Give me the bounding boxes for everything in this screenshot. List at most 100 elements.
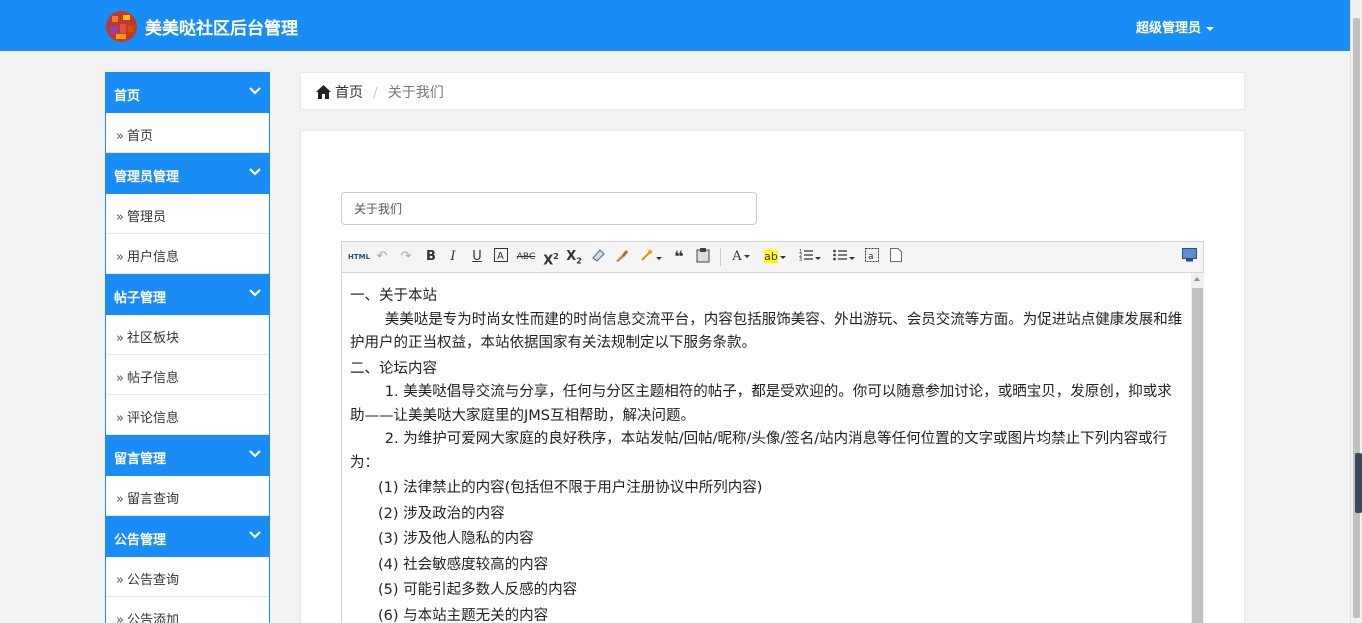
sidebar-menu: 首页» 首页 管理员管理» 管理员» 用户信息 帖子管理» 社区板块» 帖子信息» 评论信息 留言… [105, 72, 270, 623]
editor-paragraph: (4) 社会敏感度较高的内容 [378, 556, 549, 573]
blockquote-icon[interactable]: ❝ [671, 248, 687, 266]
caret-down-icon [656, 257, 662, 260]
editor-paragraph: (1) 法律禁止的内容(包括但不限于用户注册协议中所列内容) [378, 480, 763, 496]
editor-paragraph: 一、关于本站 [350, 288, 437, 304]
editor-paragraph: 二、论坛内容 [350, 360, 437, 377]
font-border-icon[interactable]: A [493, 248, 509, 266]
html-source-button[interactable]: HTML [348, 248, 370, 266]
caret-down-icon [1206, 26, 1215, 31]
unordered-list-icon[interactable] [830, 248, 858, 266]
chevron-down-icon [249, 447, 261, 458]
editor-paragraph: (5) 可能引起多数人反感的内容 [378, 582, 578, 598]
svg-text:a: a [868, 252, 874, 262]
italic-icon[interactable]: I [446, 248, 460, 266]
sidebar-group-1[interactable]: 管理员管理 [106, 153, 269, 194]
editor-scrollbar[interactable] [1191, 273, 1204, 623]
sidebar-item[interactable]: » 管理员 [106, 194, 269, 234]
sidebar-group-label: 帖子管理 [114, 291, 167, 306]
sidebar-item[interactable]: » 帖子信息 [106, 355, 269, 395]
content-panel: HTML ↶ ↷ B I U A ABC X2 X2 ❝ A ab 123 a … [300, 130, 1245, 623]
home-icon [316, 85, 331, 103]
sidebar-item-label: 评论信息 [126, 411, 179, 426]
sidebar-item-label: 公告添加 [126, 613, 179, 623]
chevron-down-icon [249, 84, 261, 95]
bold-icon[interactable]: B [424, 248, 438, 266]
sidebar-item-label: 社区板块 [126, 331, 179, 346]
sidebar-item[interactable]: » 公告查询 [106, 557, 269, 597]
undo-icon[interactable]: ↶ [375, 248, 389, 266]
sidebar-group-2[interactable]: 帖子管理 [106, 274, 269, 315]
chevron-down-icon [249, 528, 261, 539]
user-name: 超级管理员 [1136, 21, 1202, 36]
sidebar-group-label: 留言管理 [114, 452, 167, 467]
fullscreen-icon[interactable] [1180, 248, 1198, 266]
select-all-icon[interactable]: a [864, 248, 880, 266]
sidebar-group-0[interactable]: 首页 [106, 72, 269, 113]
superscript-icon[interactable]: X2 [543, 248, 559, 268]
double-chevron-right-icon: » [116, 411, 124, 426]
sidebar-item-label: 首页 [126, 129, 153, 144]
new-document-icon[interactable] [888, 248, 904, 266]
rich-text-editor: HTML ↶ ↷ B I U A ABC X2 X2 ❝ A ab 123 a … [341, 241, 1204, 623]
subscript-icon[interactable]: X2 [566, 248, 582, 266]
sidebar-item-label: 公告查询 [126, 573, 179, 588]
scroll-up-arrow-icon[interactable] [1194, 277, 1200, 281]
sidebar-group-3[interactable]: 留言管理 [106, 435, 269, 476]
sidebar-group-label: 公告管理 [114, 533, 167, 548]
sidebar-item-label: 用户信息 [126, 250, 179, 265]
chevron-down-icon [249, 286, 261, 297]
top-navbar: 美美哒社区后台管理 超级管理员 [0, 0, 1350, 51]
sidebar-item[interactable]: » 社区板块 [106, 315, 269, 355]
sidebar-item-label: 留言查询 [126, 492, 179, 507]
sidebar-item[interactable]: » 首页 [106, 113, 269, 153]
background-color-icon[interactable]: ab [759, 248, 791, 266]
caret-down-icon [815, 257, 821, 260]
caret-down-icon [743, 255, 750, 258]
sidebar-group-4[interactable]: 公告管理 [106, 516, 269, 557]
svg-text:3: 3 [799, 257, 802, 262]
logo-icon [106, 11, 137, 42]
format-brush-icon[interactable] [613, 248, 629, 266]
side-widget-tab[interactable] [1355, 453, 1362, 513]
editor-paragraph: 2. 为维护可爱网大家庭的良好秩序，本站发帖/回帖/昵称/头像/签名/站内消息等… [350, 431, 1168, 471]
sidebar-item[interactable]: » 留言查询 [106, 476, 269, 516]
caret-down-icon [779, 255, 786, 259]
toolbar-separator [720, 248, 721, 266]
sidebar-item[interactable]: » 公告添加 [106, 597, 269, 623]
double-chevron-right-icon: » [116, 331, 124, 346]
user-menu-dropdown[interactable]: 超级管理员 [1136, 17, 1215, 36]
double-chevron-right-icon: » [116, 573, 124, 588]
editor-paragraph: 美美哒是专为时尚女性而建的时尚信息交流平台，内容包括服饰美容、外出游玩、会员交流… [350, 311, 1183, 352]
font-color-icon[interactable]: A [728, 248, 754, 266]
double-chevron-right-icon: » [116, 371, 124, 386]
sidebar-group-label: 管理员管理 [114, 170, 180, 185]
double-chevron-right-icon: » [116, 210, 124, 225]
breadcrumb-separator: / [373, 85, 378, 101]
editor-toolbar: HTML ↶ ↷ B I U A ABC X2 X2 ❝ A ab 123 a [342, 242, 1203, 273]
breadcrumb-current: 关于我们 [387, 85, 444, 101]
underline-icon[interactable]: U [470, 248, 484, 266]
breadcrumb-home-link[interactable]: 首页 [335, 85, 363, 101]
editor-paragraph: (2) 涉及政治的内容 [378, 505, 505, 522]
sidebar-item[interactable]: » 用户信息 [106, 234, 269, 274]
double-chevron-right-icon: » [116, 129, 124, 144]
page-scrollbar[interactable] [1350, 0, 1362, 623]
sidebar-group-label: 首页 [114, 89, 141, 104]
redo-icon[interactable]: ↷ [399, 248, 413, 266]
editor-paragraph: 1. 美美哒倡导交流与分享，任何与分区主题相符的帖子，都是受欢迎的。你可以随意参… [350, 384, 1172, 424]
page-scrollbar-thumb[interactable] [1353, 18, 1360, 618]
double-chevron-right-icon: » [116, 613, 124, 623]
sidebar-item-label: 帖子信息 [126, 371, 179, 386]
title-input[interactable] [341, 192, 757, 225]
eraser-icon[interactable] [590, 248, 606, 266]
auto-format-icon[interactable] [638, 248, 664, 266]
app-title[interactable]: 美美哒社区后台管理 [145, 14, 298, 39]
editor-content[interactable]: 一、关于本站美美哒是专为时尚女性而建的时尚信息交流平台，内容包括服饰美容、外出游… [342, 273, 1191, 623]
editor-scrollbar-thumb[interactable] [1192, 288, 1203, 623]
paste-plain-icon[interactable] [695, 248, 711, 266]
double-chevron-right-icon: » [116, 492, 124, 507]
ordered-list-icon[interactable]: 123 [796, 248, 824, 266]
chevron-down-icon [249, 165, 261, 176]
strikethrough-icon[interactable]: ABC [516, 248, 536, 266]
sidebar-item[interactable]: » 评论信息 [106, 395, 269, 435]
